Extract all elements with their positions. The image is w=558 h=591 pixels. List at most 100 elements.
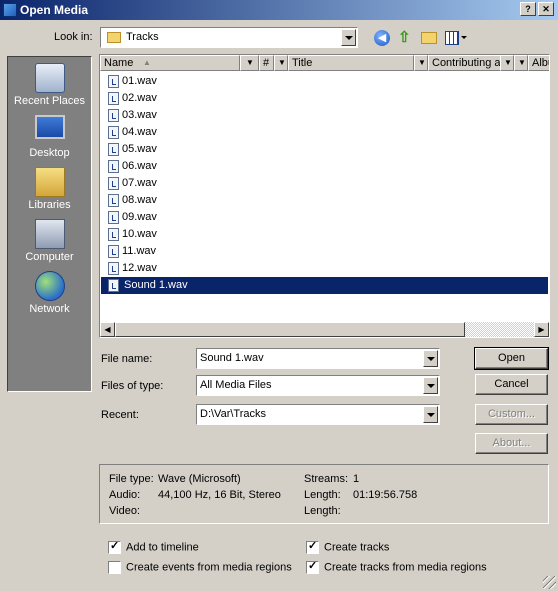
file-name: 03.wav [122,109,157,121]
file-name: 09.wav [122,211,157,223]
column-album[interactable]: Album [528,55,549,71]
list-item[interactable]: 04.wav [108,124,157,140]
places-bar: Recent Places Desktop Libraries Computer… [7,56,92,392]
column-number[interactable]: # [259,55,274,71]
computer-icon [34,219,65,249]
column-title-label: Title [292,57,313,69]
app-icon [3,3,17,17]
place-label: Recent Places [14,95,85,107]
view-menu-icon[interactable] [445,31,459,45]
place-libraries[interactable]: Libraries [8,167,91,211]
lookin-label: Look in: [54,31,93,43]
info-audio-label: Audio: [109,489,141,501]
add-to-timeline-label: Add to timeline [126,541,199,554]
create-events-checkbox[interactable] [108,561,121,574]
info-audio-value: 44,100 Hz, 16 Bit, Stereo [158,489,281,501]
filetype-dropdown-arrow[interactable] [423,377,438,394]
place-desktop[interactable]: Desktop [8,115,91,159]
folder-icon [107,32,121,43]
back-icon[interactable]: ◀ [374,30,390,46]
list-item[interactable]: 06.wav [108,158,157,174]
filetype-value: All Media Files [200,379,272,391]
file-list[interactable]: Name ▲ ▼ ▼ # ▼ Title ▼ Contributing a...… [99,54,550,338]
chevron-down-icon[interactable]: ▼ [414,55,428,71]
info-length-value: 01:19:56.758 [353,489,418,501]
create-tracks-checkbox[interactable] [306,539,319,554]
view-dropdown-icon[interactable] [461,36,467,39]
close-button[interactable]: ✕ [538,2,554,16]
list-item[interactable]: 12.wav [108,260,157,276]
create-tracks-label: Create tracks [324,541,390,554]
info-filetype-value: Wave (Microsoft) [158,473,241,485]
scroll-left-arrow[interactable]: ◀ [100,322,115,337]
about-button[interactable]: About... [475,433,548,454]
chevron-down-icon[interactable]: ▼ [274,55,288,71]
audio-file-icon [108,244,119,258]
place-network[interactable]: Network [8,271,91,315]
file-name: 04.wav [122,126,157,138]
file-name: 12.wav [122,262,157,274]
list-item[interactable]: 01.wav [108,73,157,89]
resize-grip[interactable] [543,576,556,589]
cancel-button[interactable]: Cancel [475,374,548,395]
up-folder-icon[interactable]: ⇧ [398,29,414,47]
filetype-combo[interactable]: All Media Files [196,375,440,396]
file-name: 01.wav [122,75,157,87]
column-album-label: Album [532,57,549,69]
column-name[interactable]: Name ▲ [100,55,240,71]
add-to-timeline-option[interactable]: Add to timeline [108,539,199,554]
audio-file-icon [108,159,119,173]
column-contributing-label: Contributing a... [432,57,510,69]
chevron-down-icon[interactable]: ▼ [500,55,514,71]
create-tracks-regions-checkbox[interactable] [306,559,319,574]
network-icon [34,271,65,301]
column-title[interactable]: Title [288,55,414,71]
recent-combo[interactable]: D:\Var\Tracks [196,404,440,425]
create-events-option[interactable]: Create events from media regions [108,561,292,574]
title-bar: Open Media ? ✕ [0,0,558,20]
lookin-dropdown-arrow[interactable] [341,29,356,46]
scroll-right-arrow[interactable]: ▶ [534,322,549,337]
file-name: 11.wav [122,245,157,257]
list-item-selected[interactable]: Sound 1.wav [108,277,190,293]
horizontal-scrollbar[interactable]: ◀ ▶ [100,322,549,337]
file-name: 05.wav [122,143,157,155]
create-tracks-regions-option[interactable]: Create tracks from media regions [306,559,487,574]
new-folder-icon[interactable] [421,32,437,44]
help-button[interactable]: ? [520,2,536,16]
file-name: 10.wav [122,228,157,240]
filename-value: Sound 1.wav [200,352,264,364]
filename-combo[interactable]: Sound 1.wav [196,348,440,369]
recent-places-icon [34,63,65,93]
chevron-down-icon[interactable]: ▼ [240,55,259,71]
filename-dropdown-arrow[interactable] [423,350,438,367]
create-tracks-option[interactable]: Create tracks [306,539,390,554]
audio-file-icon [108,261,119,275]
place-computer[interactable]: Computer [8,219,91,263]
info-streams-label: Streams: [304,473,349,485]
list-item[interactable]: 05.wav [108,141,157,157]
list-item[interactable]: 03.wav [108,107,157,123]
list-item[interactable]: 10.wav [108,226,157,242]
column-number-label: # [263,57,270,69]
custom-button[interactable]: Custom... [475,404,548,425]
filename-label: File name: [101,353,153,365]
media-info-panel: File type: Wave (Microsoft) Audio: 44,10… [99,464,549,524]
scrollbar-thumb[interactable] [115,322,465,337]
add-to-timeline-checkbox[interactable] [108,539,121,554]
list-item[interactable]: 09.wav [108,209,157,225]
info-streams-value: 1 [353,473,360,485]
list-item[interactable]: 07.wav [108,175,157,191]
place-recent-places[interactable]: Recent Places [8,63,91,107]
recent-dropdown-arrow[interactable] [423,406,438,423]
audio-file-icon [108,91,119,105]
list-item[interactable]: 02.wav [108,90,157,106]
info-length2-label: Length: [304,505,341,517]
chevron-down-icon[interactable]: ▼ [514,55,528,71]
list-item[interactable]: 11.wav [108,243,156,259]
open-button[interactable]: Open [474,347,549,370]
list-item[interactable]: 08.wav [108,192,157,208]
lookin-combo[interactable]: Tracks [100,27,358,48]
audio-file-icon [108,74,119,88]
lookin-value: Tracks [126,31,159,43]
